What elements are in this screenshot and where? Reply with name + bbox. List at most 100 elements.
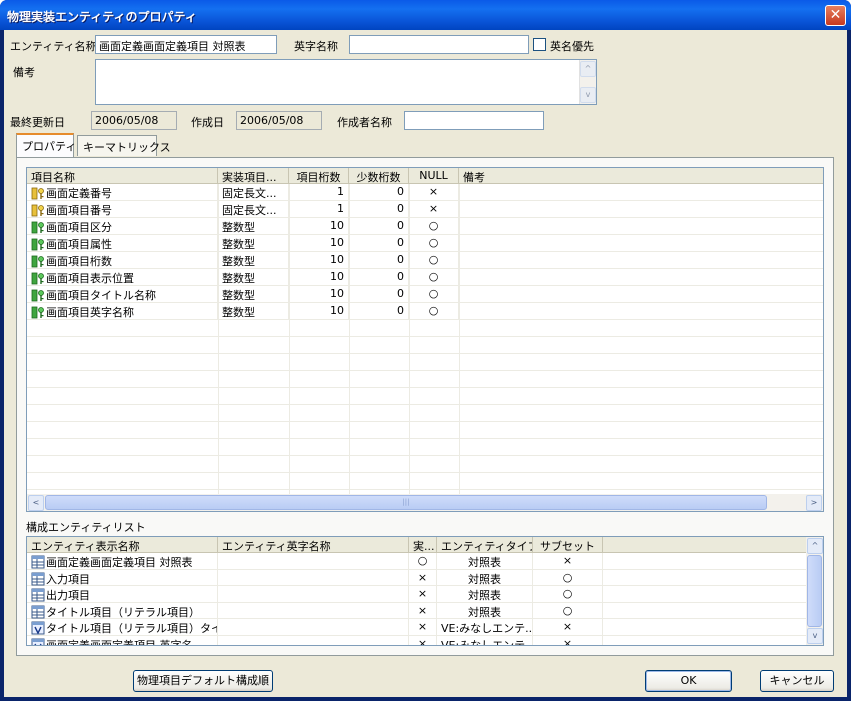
col-header-remarks[interactable]: 備考 — [459, 168, 823, 184]
table-row[interactable]: 画面項目タイトル名称 整数型 10 0 ○ — [27, 286, 823, 303]
item-name-text: 画面項目タイトル名称 — [46, 289, 156, 302]
cell-name: タイトル項目（リテラル項目） — [27, 602, 218, 619]
key-icon — [31, 187, 46, 200]
cancel-button[interactable]: キャンセル — [760, 670, 834, 692]
table-row[interactable]: 画面定義番号 固定長文... 1 0 × — [27, 184, 823, 201]
cell-digits: 10 — [289, 269, 349, 286]
ok-button[interactable]: OK — [645, 670, 732, 692]
entity-name-text: タイトル項目（リテラル項目） — [46, 605, 200, 619]
cell-note — [459, 218, 823, 235]
cell-impl: × — [409, 586, 437, 603]
close-button[interactable]: ✕ — [825, 5, 846, 26]
table-row[interactable]: 画面項目区分 整数型 10 0 ○ — [27, 218, 823, 235]
table-row[interactable]: 画面項目番号 固定長文... 1 0 × — [27, 201, 823, 218]
cell-type: 整数型 — [218, 269, 289, 286]
cell-type: 対照表 — [437, 586, 533, 603]
cell-note — [459, 269, 823, 286]
scroll-right-icon[interactable]: > — [806, 495, 822, 511]
property-grid[interactable]: 項目名称 実装項目... 項目桁数 少数桁数 NULL 備考 画面定義番号 固定長… — [26, 167, 824, 512]
remarks-scroll-up-icon[interactable]: ^ — [580, 61, 596, 77]
cell-decimals: 0 — [349, 235, 409, 252]
author-field[interactable] — [404, 111, 544, 130]
col-header-impl-type[interactable]: 実装項目... — [218, 168, 289, 184]
cell-subset: ○ — [533, 602, 603, 619]
attribute-icon — [31, 238, 46, 251]
cell-subset: × — [533, 619, 603, 636]
scroll-down-icon[interactable]: v — [807, 628, 823, 644]
scroll-up-icon[interactable]: ^ — [807, 538, 823, 554]
table-row[interactable]: 画面項目表示位置 整数型 10 0 ○ — [27, 269, 823, 286]
col-header-subset[interactable]: サブセット — [533, 537, 603, 553]
col-header-decimals[interactable]: 少数桁数 — [349, 168, 409, 184]
cell-decimals: 0 — [349, 303, 409, 320]
empty-row — [27, 456, 823, 473]
scroll-left-icon[interactable]: < — [28, 495, 44, 511]
entity-name-text: 入力項目 — [46, 572, 90, 586]
table-row[interactable]: 画面項目桁数 整数型 10 0 ○ — [27, 252, 823, 269]
cell-name: 入力項目 — [27, 569, 218, 586]
cell-digits: 10 — [289, 286, 349, 303]
tab-properties[interactable]: プロパティ — [16, 133, 76, 157]
item-name-text: 画面定義番号 — [46, 187, 112, 200]
table-row[interactable]: 画面項目属性 整数型 10 0 ○ — [27, 235, 823, 252]
cell-subset: × — [533, 553, 603, 570]
entity-name-field[interactable]: 画面定義画面定義項目 対照表 — [95, 35, 277, 54]
default-order-button[interactable]: 物理項目デフォルト構成順 — [133, 670, 273, 692]
cell-name: 画面項目番号 — [27, 201, 218, 218]
remarks-scroll-down-icon[interactable]: v — [580, 87, 596, 103]
hscroll-thumb[interactable]: ||| — [45, 495, 767, 510]
vscroll-thumb[interactable] — [807, 555, 822, 627]
title-bar[interactable]: 物理実装エンティティのプロパティ ✕ — [0, 0, 851, 30]
english-priority-checkbox[interactable] — [533, 38, 546, 51]
empty-row — [27, 320, 823, 337]
list-item[interactable]: タイトル項目（リテラル項目）タイトル ×VE:みなしエンテ...× — [27, 619, 807, 636]
col-header-implemented[interactable]: 実... — [409, 537, 437, 553]
remarks-scrollbar[interactable]: ^ v — [579, 60, 596, 104]
cell-impl: × — [409, 602, 437, 619]
cell-note — [459, 286, 823, 303]
table-row[interactable]: 画面項目英字名称 整数型 10 0 ○ — [27, 303, 823, 320]
attribute-icon — [31, 255, 46, 268]
english-name-field[interactable] — [349, 35, 529, 54]
cell-note — [459, 184, 823, 201]
cell-type: VE:みなしエンテ... — [437, 635, 533, 645]
cell-name: 画面項目表示位置 — [27, 269, 218, 286]
cell-type: 整数型 — [218, 252, 289, 269]
col-header-digits[interactable]: 項目桁数 — [289, 168, 349, 184]
cell-digits: 1 — [289, 184, 349, 201]
tab-key-matrix[interactable]: キーマトリックス — [77, 135, 171, 156]
property-grid-hscrollbar[interactable]: < ||| > — [27, 494, 823, 511]
cell-name: 画面項目タイトル名称 — [27, 286, 218, 303]
cell-null: ○ — [409, 303, 459, 320]
entity-name-text: タイトル項目（リテラル項目）タイトル — [46, 622, 217, 635]
cell-eng — [218, 619, 409, 636]
author-label: 作成者名称 — [337, 116, 392, 129]
list-item[interactable]: タイトル項目（リテラル項目） × 対照表 ○ — [27, 602, 807, 619]
col-header-item-name[interactable]: 項目名称 — [27, 168, 218, 184]
cell-decimals: 0 — [349, 184, 409, 201]
list-item[interactable]: 画面定義画面定義項目 英字名 × VE:みなしエンテ... × — [27, 635, 807, 645]
cell-type: 固定長文... — [218, 184, 289, 201]
cell-null: ○ — [409, 235, 459, 252]
col-header-entity-english-name[interactable]: エンティティ英字名称 — [218, 537, 409, 553]
cell-note — [459, 252, 823, 269]
cell-subset: ○ — [533, 586, 603, 603]
cell-name: 画面項目英字名称 — [27, 303, 218, 320]
remarks-textarea[interactable]: ^ v — [95, 59, 597, 105]
dialog-body: エンティティ名称 画面定義画面定義項目 対照表 英字名称 英名優先 備考 ^ v… — [4, 30, 847, 697]
col-header-entity-type[interactable]: エンティティタイプ — [437, 537, 533, 553]
list-item[interactable]: 画面定義画面定義項目 対照表 ○ 対照表 × — [27, 553, 807, 570]
item-name-text: 画面項目区分 — [46, 221, 112, 234]
table-icon — [31, 572, 46, 586]
list-item[interactable]: 出力項目 × 対照表 ○ — [27, 586, 807, 603]
cell-name: 画面項目桁数 — [27, 252, 218, 269]
cell-type: 対照表 — [437, 553, 533, 570]
entity-list-vscrollbar[interactable]: ^ v — [806, 537, 823, 645]
col-header-entity-display-name[interactable]: エンティティ表示名称 — [27, 537, 218, 553]
cell-digits: 10 — [289, 218, 349, 235]
cell-null: × — [409, 201, 459, 218]
list-item[interactable]: 入力項目 × 対照表 ○ — [27, 569, 807, 586]
entity-list-grid[interactable]: エンティティ表示名称 エンティティ英字名称 実... エンティティタイプ サブセ… — [26, 536, 824, 646]
col-header-null[interactable]: NULL — [409, 168, 459, 184]
cell-decimals: 0 — [349, 201, 409, 218]
